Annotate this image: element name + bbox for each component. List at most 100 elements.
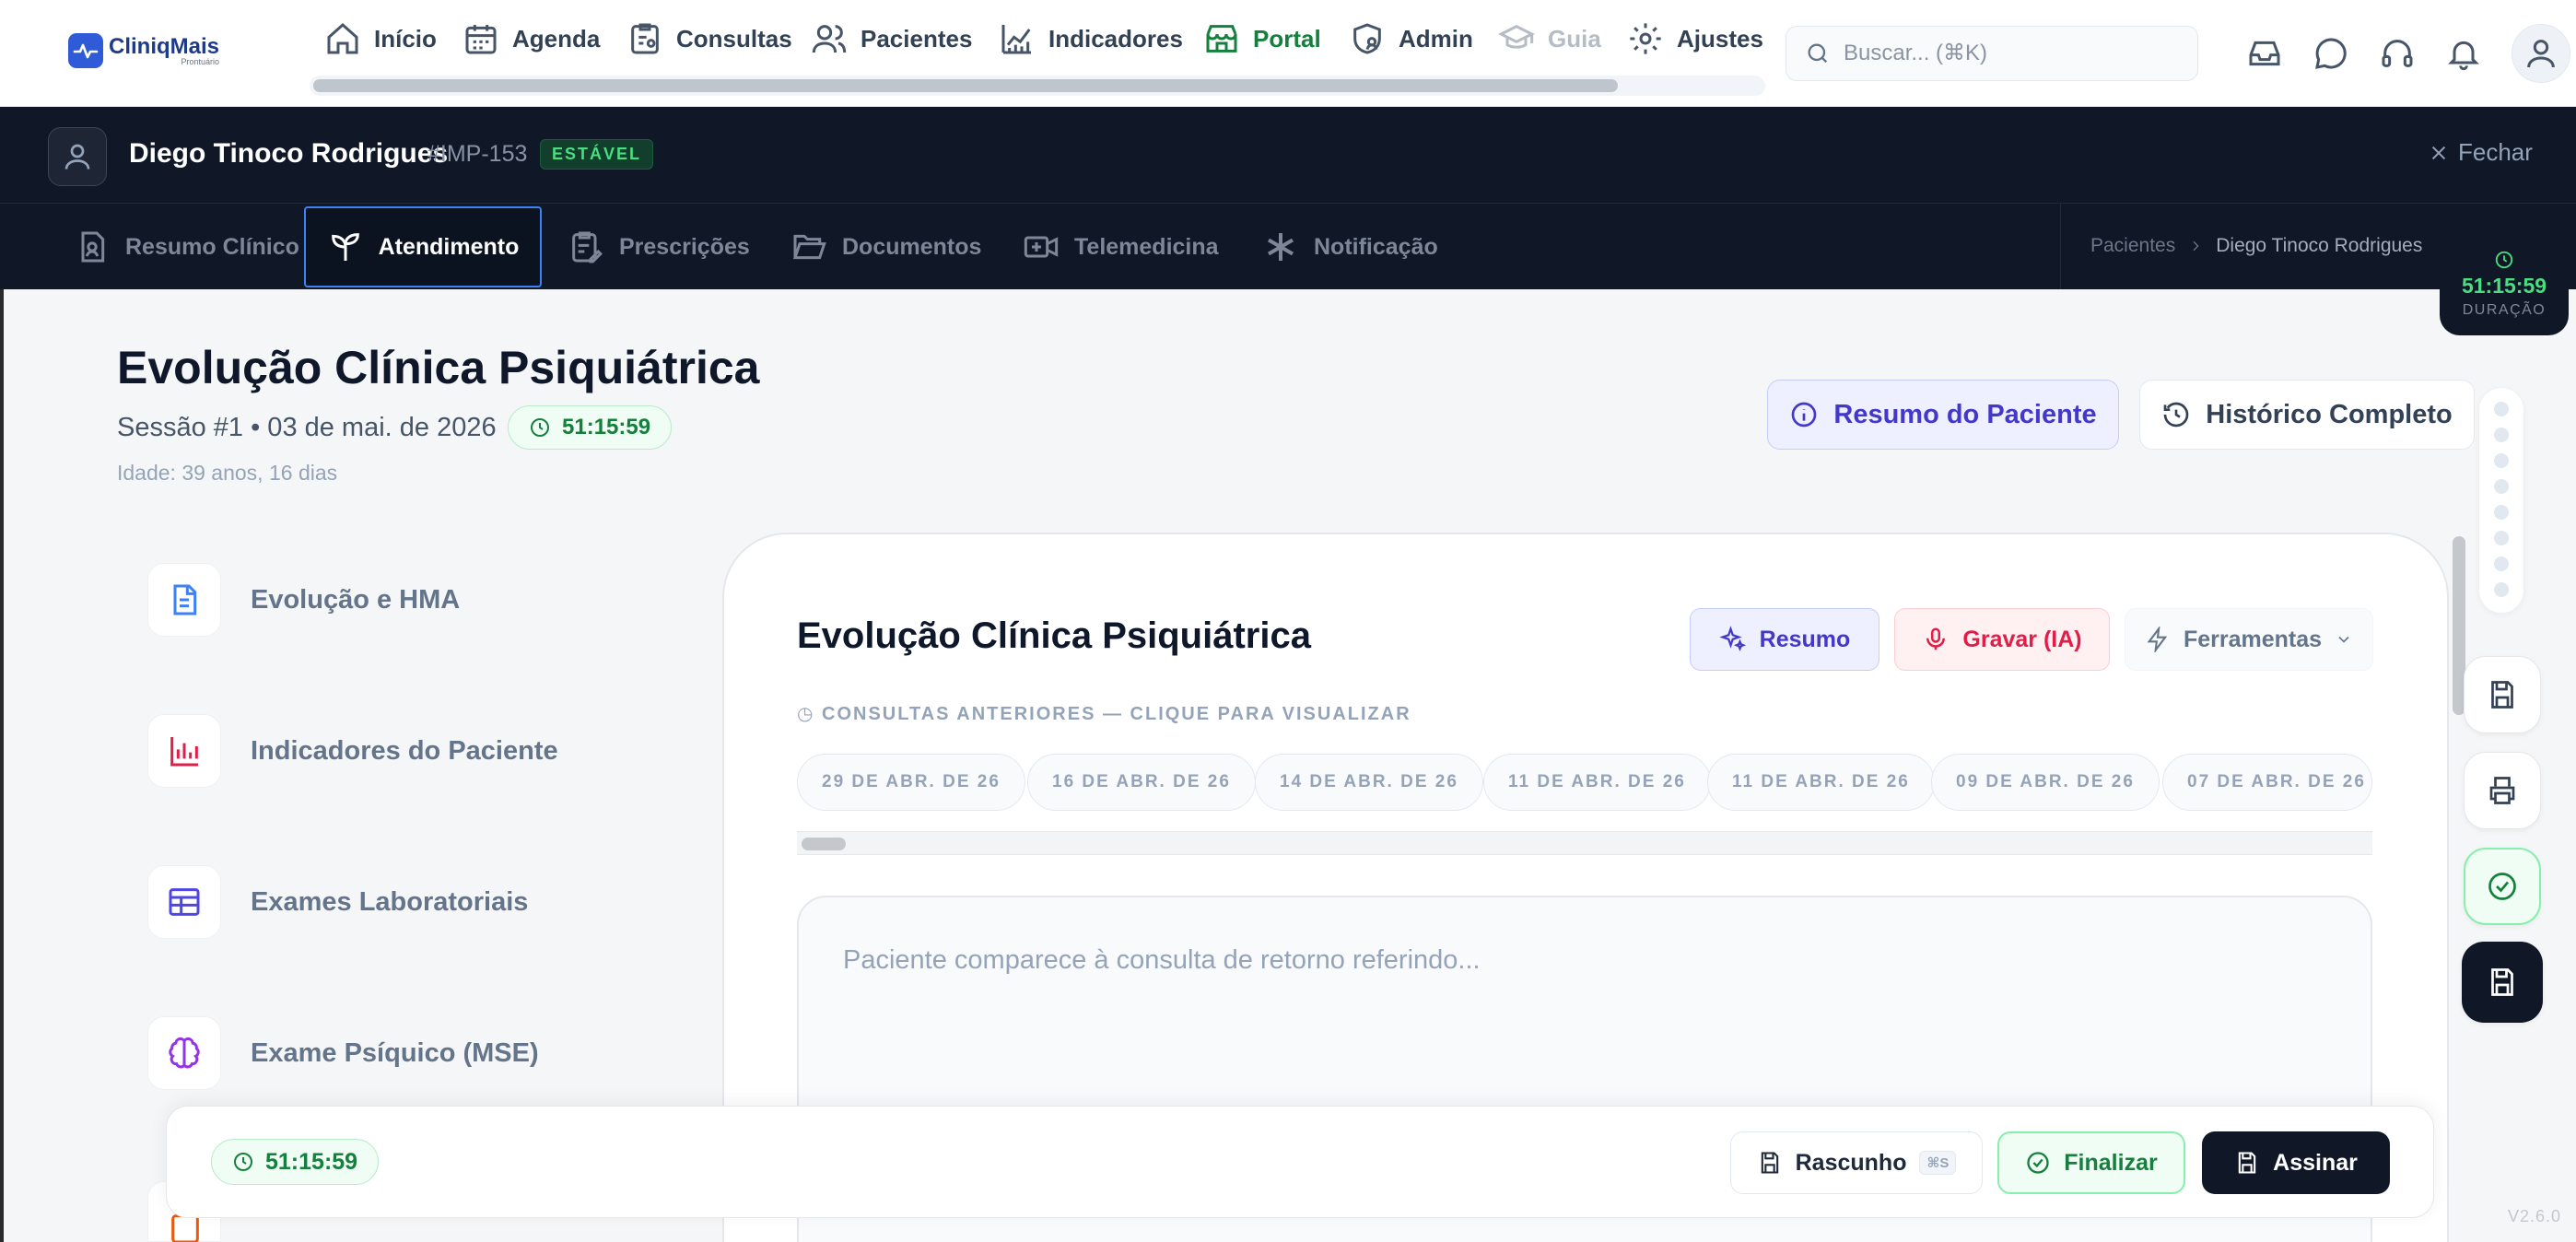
tab-prescricoes[interactable]: Prescrições — [568, 206, 750, 287]
tab-label: Telemedicina — [1074, 233, 1219, 260]
inbox-icon[interactable] — [2246, 35, 2283, 72]
consultation-chip[interactable]: 07 DE ABR. DE 26 — [2162, 754, 2372, 811]
gravar-ia-button[interactable]: Gravar (IA) — [1894, 608, 2110, 671]
chips-scrollbar-thumb[interactable] — [802, 838, 846, 850]
consultation-chip[interactable]: 09 DE ABR. DE 26 — [1931, 754, 2160, 811]
nav-agenda[interactable]: Agenda — [463, 15, 600, 63]
asterisk-icon — [1268, 233, 1294, 261]
search-input[interactable] — [1844, 41, 2175, 66]
tab-telemedicina[interactable]: Telemedicina — [1023, 206, 1219, 287]
rail-sign-button[interactable] — [2462, 942, 2543, 1023]
save-icon — [2238, 1152, 2256, 1174]
button-label: Finalizar — [2064, 1149, 2158, 1176]
logo-text: CliniqMais — [109, 33, 220, 59]
bell-icon[interactable] — [2445, 35, 2482, 72]
folder-open-icon — [792, 234, 826, 260]
app-logo[interactable]: CliniqMais Prontuário — [68, 33, 219, 68]
rail-save-button[interactable] — [2464, 656, 2541, 733]
clock-icon — [234, 1153, 252, 1171]
nav-indicadores[interactable]: Indicadores — [999, 15, 1183, 63]
check-circle-icon — [2027, 1152, 2049, 1174]
section-label: Exames Laboratoriais — [251, 886, 529, 917]
consultation-chip[interactable]: 11 DE ABR. DE 26 — [1707, 754, 1935, 811]
gear-icon — [1630, 23, 1661, 54]
section-icon-box — [147, 563, 221, 637]
nav-guia[interactable]: Guia — [1498, 15, 1601, 63]
section-exames-laboratoriais[interactable]: Exames Laboratoriais — [147, 865, 528, 939]
button-label: Resumo do Paciente — [1833, 399, 2097, 429]
ferramentas-dropdown[interactable]: Ferramentas — [2125, 608, 2373, 671]
nav-label: Início — [374, 24, 437, 53]
section-icon-box — [147, 1016, 221, 1090]
breadcrumb-patient[interactable]: Diego Tinoco Rodrigues — [2216, 235, 2422, 257]
store-icon — [1206, 25, 1237, 53]
session-info: Sessão #1 • 03 de mai. de 2026 — [117, 413, 497, 442]
progress-dot[interactable] — [2494, 479, 2509, 494]
rail-finalize-button[interactable] — [2464, 848, 2541, 925]
breadcrumb: Pacientes Diego Tinoco Rodrigues — [2060, 203, 2450, 289]
consultation-chip[interactable]: 29 DE ABR. DE 26 — [797, 754, 1025, 811]
section-indicadores[interactable]: Indicadores do Paciente — [147, 714, 558, 788]
sparkles-icon — [1718, 626, 1746, 651]
user-avatar[interactable] — [2512, 24, 2570, 83]
nav-label: Guia — [1548, 24, 1601, 53]
section-label: Indicadores do Paciente — [251, 735, 558, 766]
resumo-button[interactable]: Resumo — [1690, 608, 1879, 671]
patient-name: Diego Tinoco Rodrigues — [129, 138, 449, 169]
nav-ajustes[interactable]: Ajustes — [1627, 15, 1763, 63]
nav-pacientes[interactable]: Pacientes — [811, 15, 972, 63]
consultation-chip[interactable]: 11 DE ABR. DE 26 — [1483, 754, 1711, 811]
consultation-chip[interactable]: 16 DE ABR. DE 26 — [1027, 754, 1256, 811]
tab-resumo-clinico[interactable]: Resumo Clínico — [74, 206, 299, 287]
printer-icon — [2489, 777, 2515, 804]
users-icon — [812, 25, 847, 53]
check-circle-icon — [2488, 873, 2516, 900]
nav-admin[interactable]: Admin — [1349, 15, 1473, 63]
tab-atendimento[interactable]: Atendimento — [304, 206, 542, 287]
patient-age: Idade: 39 anos, 16 dias — [117, 461, 338, 485]
breadcrumb-pacientes[interactable]: Pacientes — [2090, 235, 2175, 257]
nav-label: Ajustes — [1677, 24, 1763, 53]
user-icon — [2527, 40, 2555, 68]
resumo-paciente-button[interactable]: Resumo do Paciente — [1767, 380, 2119, 450]
close-button[interactable]: Fechar — [2429, 138, 2533, 167]
nav-inicio[interactable]: Início — [324, 15, 437, 63]
nav-scrollbar-thumb[interactable] — [313, 79, 1618, 92]
close-label: Fechar — [2458, 138, 2533, 166]
tab-notificacao[interactable]: Notificação — [1262, 206, 1438, 287]
save-icon — [2491, 968, 2513, 996]
tab-documentos[interactable]: Documentos — [790, 206, 981, 287]
clipboard-user-icon — [631, 23, 659, 54]
button-label: Gravar (IA) — [1962, 626, 2082, 652]
tab-label: Documentos — [842, 233, 982, 260]
patient-avatar — [48, 127, 107, 186]
progress-dot[interactable] — [2494, 453, 2509, 468]
progress-dot[interactable] — [2494, 582, 2509, 597]
assinar-button[interactable]: Assinar — [2202, 1131, 2390, 1194]
progress-dot[interactable] — [2494, 428, 2509, 442]
progress-dot[interactable] — [2494, 505, 2509, 520]
historico-completo-button[interactable]: Histórico Completo — [2139, 380, 2475, 450]
nav-portal[interactable]: Portal — [1203, 15, 1321, 63]
nav-consultas[interactable]: Consultas — [626, 15, 792, 63]
rascunho-button[interactable]: Rascunho ⌘S — [1730, 1131, 1983, 1194]
section-evolucao-hma[interactable]: Evolução e HMA — [147, 563, 460, 637]
search-box[interactable] — [1786, 26, 2198, 81]
progress-dot[interactable] — [2494, 557, 2509, 571]
chat-icon[interactable] — [2313, 35, 2349, 72]
rail-print-button[interactable] — [2464, 752, 2541, 829]
duration-time: 51:15:59 — [2461, 273, 2547, 298]
consultation-chip[interactable]: 14 DE ABR. DE 26 — [1255, 754, 1483, 811]
button-label: Histórico Completo — [2206, 399, 2453, 429]
patient-id: #IMP-153 — [427, 141, 528, 167]
nav-label: Indicadores — [1048, 24, 1183, 53]
section-exame-psiquico[interactable]: Exame Psíquico (MSE) — [147, 1016, 539, 1090]
finalizar-button[interactable]: Finalizar — [1997, 1131, 2185, 1194]
tab-label: Prescrições — [619, 233, 750, 260]
tab-label: Atendimento — [378, 233, 520, 260]
progress-dot[interactable] — [2494, 531, 2509, 545]
progress-dot[interactable] — [2494, 402, 2509, 416]
chips-scrollbar-track[interactable] — [797, 831, 2372, 855]
save-icon — [2491, 681, 2513, 709]
headset-icon[interactable] — [2379, 35, 2416, 72]
